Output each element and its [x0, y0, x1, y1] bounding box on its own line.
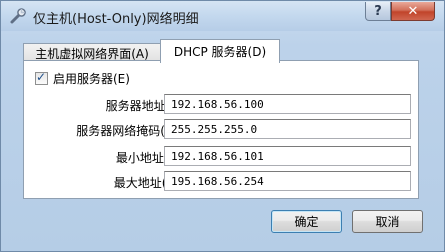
close-button[interactable]: ✕ [391, 2, 435, 21]
upper-address-field[interactable]: 195.168.56.254 [164, 171, 411, 191]
tab-dhcp-server[interactable]: DHCP 服务器(D) [160, 39, 280, 63]
help-icon: ? [374, 3, 382, 19]
ok-label: 确定 [294, 215, 319, 229]
close-icon: ✕ [407, 3, 419, 19]
enable-server-label: 启用服务器(E) [53, 72, 130, 86]
enable-server-checkbox-row[interactable]: ✓ 启用服务器(E) [35, 70, 130, 87]
checkmark-icon: ✓ [36, 70, 47, 84]
dhcp-panel: ✓ 启用服务器(E) 服务器地址(r): 192.168.56.100 服务器网… [23, 60, 419, 199]
dialog-window: 仅主机(Host-Only)网络明细 ? ✕ 主机虚拟网络界面(A) DHCP … [0, 0, 445, 252]
lower-address-field[interactable]: 192.168.56.101 [164, 146, 411, 166]
server-address-field[interactable]: 192.168.56.100 [164, 94, 411, 114]
tab-label: DHCP 服务器(D) [173, 45, 267, 59]
ok-button[interactable]: 确定 [271, 210, 342, 233]
enable-server-checkbox[interactable]: ✓ [35, 70, 48, 85]
help-button[interactable]: ? [365, 2, 391, 21]
tab-label: 主机虚拟网络界面(A) [35, 46, 149, 61]
window-title: 仅主机(Host-Only)网络明细 [33, 12, 199, 27]
wrench-icon [10, 8, 26, 24]
cancel-button[interactable]: 取消 [352, 210, 423, 233]
server-mask-field[interactable]: 255.255.255.0 [164, 119, 411, 139]
cancel-label: 取消 [375, 215, 400, 229]
title-bar[interactable]: 仅主机(Host-Only)网络明细 ? ✕ [1, 1, 444, 31]
